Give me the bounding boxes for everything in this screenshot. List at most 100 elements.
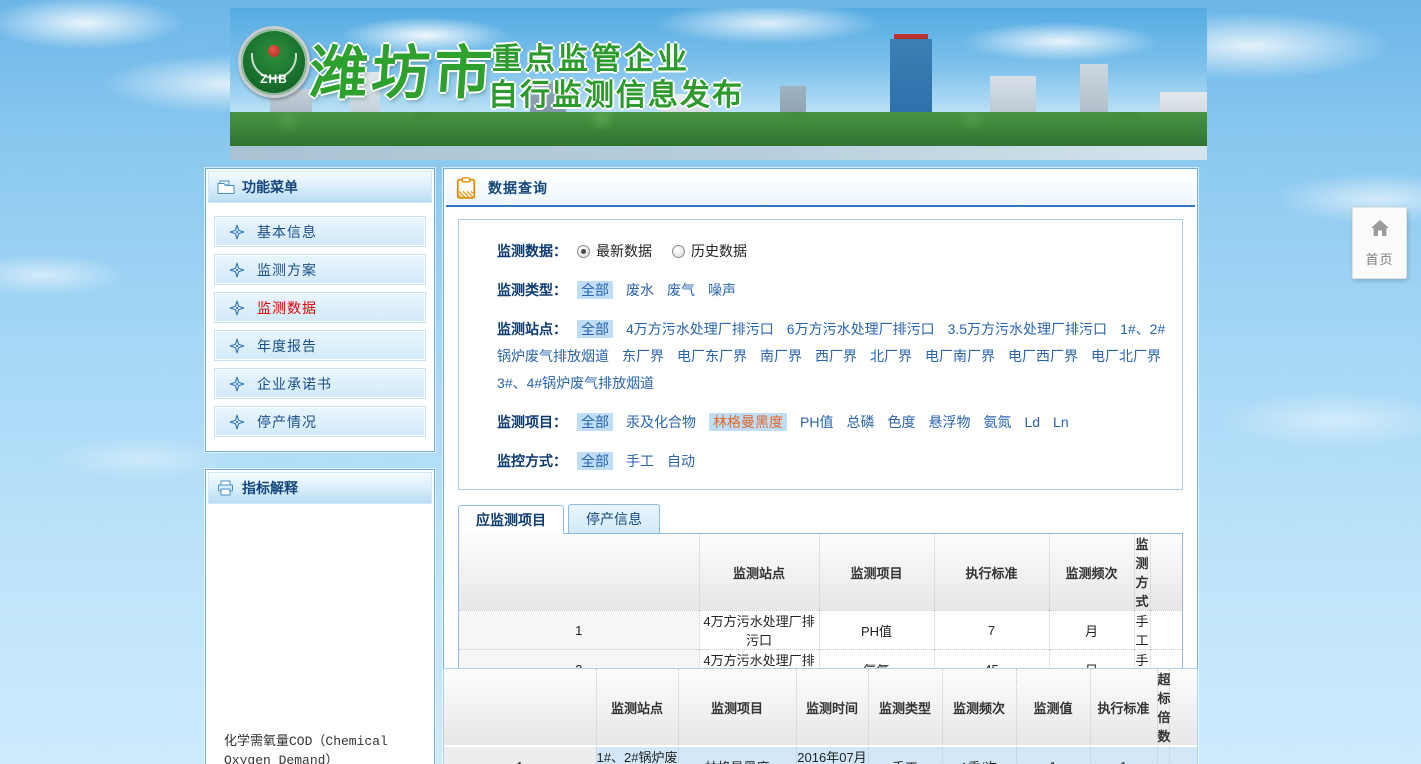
column-header: 执行标准 — [1090, 669, 1157, 746]
column-header — [1150, 534, 1182, 611]
glossary-text-line1: 化学需氧量COD（Chemical — [224, 732, 424, 751]
filter-option[interactable]: 6万方污水处理厂排污口 — [787, 321, 935, 337]
filter-station-label: 监测站点： — [497, 321, 567, 337]
filter-option[interactable]: 悬浮物 — [928, 414, 970, 430]
tab[interactable]: 应监测项目 — [458, 505, 564, 534]
compass-icon — [229, 376, 245, 392]
sidebar-menu-item[interactable]: 年度报告 — [214, 330, 426, 361]
filter-mode-label: 监控方式： — [497, 453, 567, 469]
filter-option[interactable]: 总磷 — [846, 414, 874, 430]
station-cell: 1#、2#锅炉废气排放烟道 — [596, 746, 678, 764]
filter-option[interactable]: 3.5万方污水处理厂排污口 — [948, 321, 1107, 337]
table-row[interactable]: 1 4万方污水处理厂排污口 PH值 7 月 手工 — [459, 611, 1182, 650]
sidebar-menu: 基本信息 监测方案 监测数据 — [208, 203, 432, 449]
trees-band — [230, 112, 1207, 148]
filter-option[interactable]: Ln — [1053, 414, 1069, 430]
radio-option-label: 最新数据 — [596, 243, 652, 259]
results-table: 监测站点监测项目监测时间监测类型监测频次监测值执行标准超标倍数 1 1#、2#锅… — [444, 669, 1197, 764]
filter-option[interactable]: Ld — [1024, 414, 1040, 430]
function-menu-panel: 功能菜单 基本信息 监测方案 — [205, 168, 435, 452]
filter-type-options: 全部废水废气噪声 — [577, 282, 749, 298]
monitor-data-options: 最新数据 历史数据 — [577, 243, 767, 259]
filter-item-label: 监测项目： — [497, 414, 567, 430]
filter-station-options: 全部4万方污水处理厂排污口6万方污水处理厂排污口3.5万方污水处理厂排污口1#、… — [497, 321, 1174, 391]
filter-option[interactable]: 西厂界 — [815, 348, 857, 364]
filter-box: 监测数据： 最新数据 历史数据 监测类型：全部废水废气噪声 监测站点： 全部 4万方污水… — [458, 219, 1183, 490]
river-band — [230, 146, 1207, 160]
filter-option[interactable]: 3#、4#锅炉废气排放烟道 — [497, 375, 654, 391]
column-header: 监测项目 — [819, 534, 934, 611]
sidebar: 功能菜单 基本信息 监测方案 — [205, 168, 435, 764]
sidebar-menu-item[interactable]: 监测数据 — [214, 292, 426, 323]
frequency-cell: 1季/次 — [942, 746, 1016, 764]
column-header: 监测时间 — [796, 669, 868, 746]
sidebar-menu-item[interactable]: 监测方案 — [214, 254, 426, 285]
data-query-header: 数据查询 — [446, 171, 1195, 207]
results-table-panel: 监测站点监测项目监测时间监测类型监测频次监测值执行标准超标倍数 1 1#、2#锅… — [443, 668, 1198, 764]
sidebar-menu-item[interactable]: 基本信息 — [214, 216, 426, 247]
frequency-cell: 月 — [1049, 611, 1134, 650]
tab[interactable]: 停产信息 — [568, 504, 660, 533]
filter-option[interactable]: 全部 — [577, 281, 613, 299]
spacer-cell — [1169, 746, 1197, 764]
table1-header-row: 监测站点监测项目执行标准监测频次监测方式 — [459, 534, 1182, 611]
table-row[interactable]: 1 1#、2#锅炉废气排放烟道 林格曼黑度 2016年07月01日-09 手工 … — [444, 746, 1197, 764]
filter-row-type: 监测类型：全部废水废气噪声 — [497, 277, 1174, 304]
item-cell: PH值 — [819, 611, 934, 650]
clipboard-icon — [456, 177, 476, 199]
filter-option[interactable]: 废气 — [667, 282, 695, 298]
filter-option[interactable]: 噪声 — [708, 282, 736, 298]
filter-data-label: 监测数据： — [497, 243, 567, 259]
sidebar-menu-item[interactable]: 停产情况 — [214, 406, 426, 437]
filter-option[interactable]: 废水 — [626, 282, 654, 298]
row-number-cell: 1 — [444, 746, 596, 764]
filter-option[interactable]: 汞及化合物 — [626, 414, 696, 430]
filter-option[interactable]: 全部 — [577, 320, 613, 338]
radio-option[interactable]: 历史数据 — [672, 243, 747, 259]
glossary-body: 化学需氧量COD（Chemical Oxygen Demand） — [208, 504, 432, 764]
sidebar-menu-item-label: 企业承诺书 — [257, 374, 332, 394]
filter-option[interactable]: 手工 — [626, 453, 654, 469]
filter-option[interactable]: 4万方污水处理厂排污口 — [626, 321, 774, 337]
filter-option[interactable]: 南厂界 — [760, 348, 802, 364]
sidebar-menu-item-label: 停产情况 — [257, 412, 317, 432]
method-cell: 手工 — [1134, 611, 1150, 650]
filter-option[interactable]: 东厂界 — [622, 348, 664, 364]
filter-option[interactable]: 全部 — [577, 452, 613, 470]
filter-option[interactable]: 电厂西厂界 — [1008, 348, 1078, 364]
filter-option[interactable]: 电厂东厂界 — [677, 348, 747, 364]
filter-mode-options: 全部手工自动 — [577, 453, 708, 469]
glossary-title: 指标解释 — [242, 478, 298, 498]
column-header: 监测方式 — [1134, 534, 1150, 611]
sidebar-menu-item[interactable]: 企业承诺书 — [214, 368, 426, 399]
item-cell: 林格曼黑度 — [678, 746, 796, 764]
logo-zhb-text: ZHB — [241, 72, 307, 86]
standard-cell: 7 — [934, 611, 1049, 650]
printer-icon — [217, 480, 235, 496]
compass-icon — [229, 224, 245, 240]
home-button[interactable]: 首页 — [1352, 207, 1407, 279]
filter-option[interactable]: 电厂南厂界 — [925, 348, 995, 364]
filter-option[interactable]: 全部 — [577, 413, 613, 431]
radio-option[interactable]: 最新数据 — [577, 243, 652, 259]
filter-option[interactable]: 色度 — [887, 414, 915, 430]
compass-icon — [229, 414, 245, 430]
filter-option[interactable]: 氨氮 — [983, 414, 1011, 430]
compass-icon — [229, 338, 245, 354]
epb-logo: ZHB — [238, 26, 310, 98]
filter-option[interactable]: PH值 — [800, 414, 833, 430]
filter-option[interactable]: 林格曼黑度 — [709, 413, 787, 431]
home-icon — [1369, 218, 1391, 243]
sidebar-menu-item-label: 基本信息 — [257, 222, 317, 242]
filter-option[interactable]: 自动 — [667, 453, 695, 469]
glossary-text-line2: Oxygen Demand） — [224, 751, 424, 764]
column-header — [1169, 669, 1197, 746]
filter-option[interactable]: 北厂界 — [870, 348, 912, 364]
filter-option[interactable]: 电厂北厂界 — [1091, 348, 1161, 364]
radio-option-label: 历史数据 — [691, 243, 747, 259]
time-cell: 2016年07月01日-09 — [796, 746, 868, 764]
column-header: 监测类型 — [868, 669, 942, 746]
filter-row-station: 监测站点： 全部 4万方污水处理厂排污口 6万方污水处理厂排污口 3.5万方污水处理厂排… — [497, 316, 1174, 397]
column-header: 监测值 — [1016, 669, 1090, 746]
station-cell: 4万方污水处理厂排污口 — [699, 611, 819, 650]
